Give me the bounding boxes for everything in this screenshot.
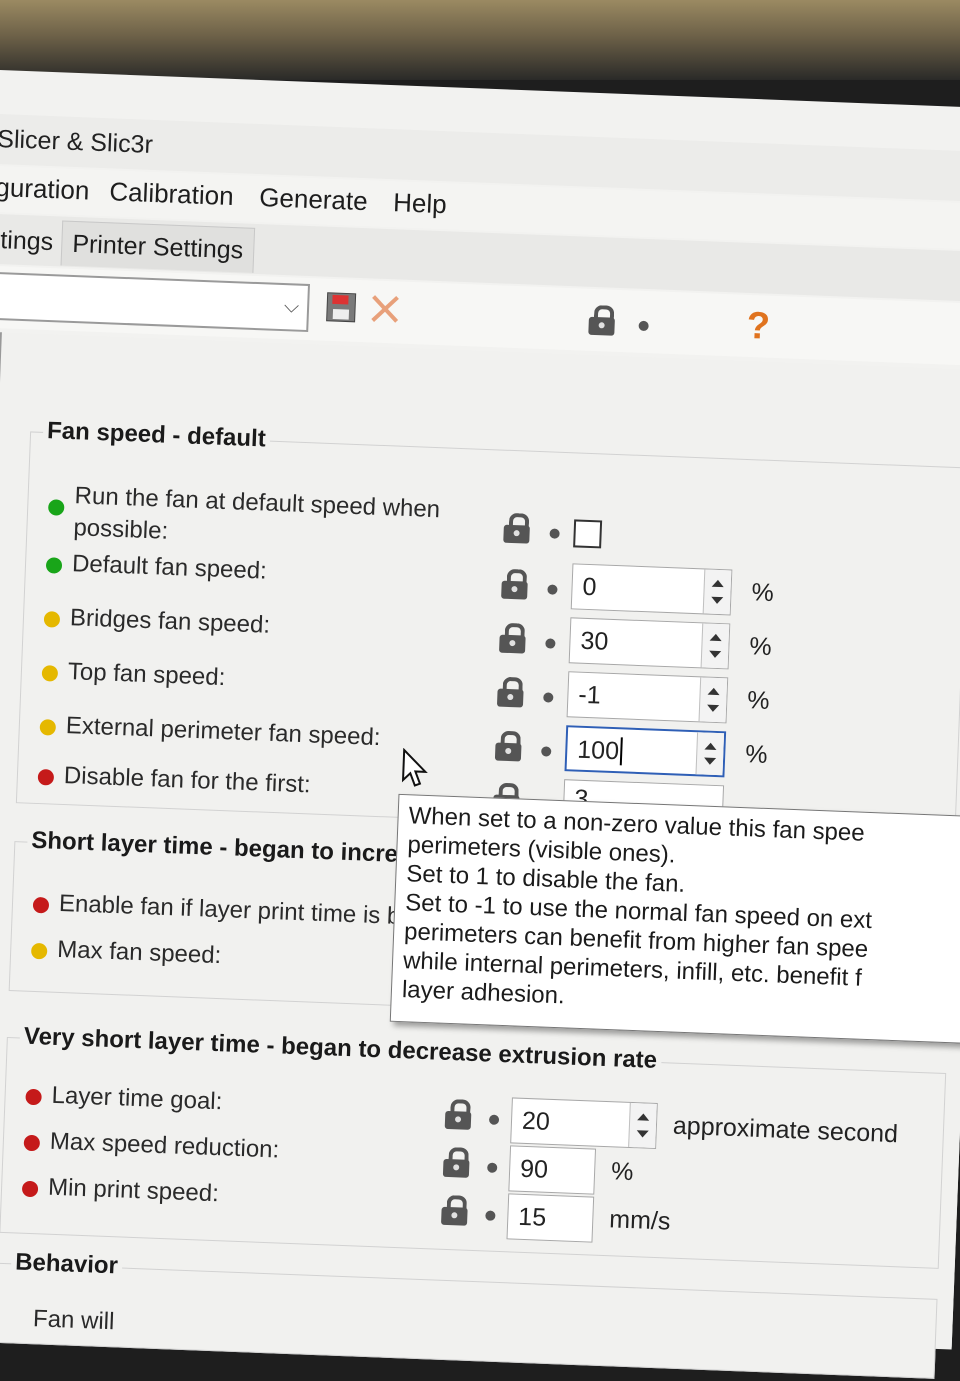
group-title: Very short layer time - began to decreas… xyxy=(19,1022,662,1076)
text-caret xyxy=(619,737,623,766)
chevron-down-icon[interactable]: ⌵ xyxy=(284,295,300,319)
tab-printer-settings[interactable]: Printer Settings xyxy=(60,220,256,273)
mouse-cursor-icon xyxy=(401,747,428,787)
menu-generate[interactable]: Generate xyxy=(259,182,368,217)
status-dot xyxy=(32,896,50,914)
dot-icon xyxy=(638,320,649,332)
lock-icon[interactable] xyxy=(496,676,524,708)
input-value: 30 xyxy=(579,626,609,656)
settings-panel: Fan speed - default Run the fan at defau… xyxy=(0,331,960,1379)
window-title: Slicer & Slic3r xyxy=(0,124,154,159)
lock-icon[interactable] xyxy=(494,730,522,762)
unit-label: % xyxy=(750,578,775,608)
lock-icon[interactable] xyxy=(499,622,526,654)
dot-icon xyxy=(543,692,554,703)
fan-speed-default-group: Fan speed - default Run the fan at defau… xyxy=(15,416,960,840)
status-dot xyxy=(23,1134,41,1152)
behavior-group: Behavior Fan will xyxy=(0,1248,938,1379)
row-label: Max fan speed: xyxy=(56,935,222,970)
status-dot xyxy=(39,719,57,736)
row-label: Layer time goal: xyxy=(51,1081,223,1116)
dot-icon xyxy=(541,746,552,757)
dot-icon xyxy=(547,584,558,595)
row-label: Max speed reduction: xyxy=(49,1127,280,1164)
group-title: Behavior xyxy=(10,1248,123,1281)
lock-icon[interactable] xyxy=(442,1147,470,1178)
spin-arrows[interactable] xyxy=(700,623,730,669)
row-label: Top fan speed: xyxy=(67,658,226,692)
spin-arrows[interactable] xyxy=(695,732,725,776)
preset-combo[interactable]: ⌵ xyxy=(0,271,311,333)
tab-settings[interactable]: ttings xyxy=(0,218,64,265)
menu-calibration[interactable]: Calibration xyxy=(109,176,234,212)
status-dot xyxy=(47,499,65,516)
row-label: Bridges fan speed: xyxy=(69,604,271,639)
tooltip: When set to a non-zero value this fan sp… xyxy=(389,793,960,1046)
input-value: 100 xyxy=(576,735,620,766)
lock-icon[interactable] xyxy=(501,568,528,600)
help-icon[interactable]: ? xyxy=(746,305,771,349)
spin-arrows[interactable] xyxy=(628,1102,657,1148)
unit-label: % xyxy=(744,740,769,769)
lock-icon[interactable] xyxy=(444,1099,472,1130)
unit-label: % xyxy=(748,632,773,662)
input-value: 90 xyxy=(519,1154,549,1184)
lock-icon[interactable] xyxy=(588,304,615,336)
save-icon[interactable] xyxy=(325,291,358,324)
dot-icon xyxy=(488,1114,500,1125)
menu-help[interactable]: Help xyxy=(393,187,448,220)
min-print-speed-input[interactable]: 15 xyxy=(506,1193,595,1243)
external-perimeter-fan-speed-input[interactable]: 100 xyxy=(564,725,727,778)
layer-time-goal-input[interactable]: 20 xyxy=(510,1097,658,1149)
default-fan-speed-input[interactable]: 0 xyxy=(570,563,733,616)
row-label-cont: possible: xyxy=(72,514,169,545)
row-label: External perimeter fan speed: xyxy=(65,712,382,752)
lock-icon[interactable] xyxy=(503,512,530,544)
unit-label: approximate second xyxy=(672,1111,899,1149)
status-dot xyxy=(45,557,63,574)
status-dot xyxy=(30,942,48,960)
spin-arrows[interactable] xyxy=(698,677,728,723)
row-label: Min print speed: xyxy=(47,1173,220,1208)
unit-label: % xyxy=(746,686,771,715)
top-fan-speed-input[interactable]: -1 xyxy=(566,671,729,724)
dot-icon xyxy=(487,1162,498,1173)
group-title: Fan speed - default xyxy=(42,416,271,454)
unit-label: mm/s xyxy=(608,1205,671,1236)
status-dot xyxy=(21,1180,39,1198)
input-value: -1 xyxy=(577,680,602,710)
very-short-layer-time-group: Very short layer time - began to decreas… xyxy=(0,1022,947,1269)
dot-icon xyxy=(545,638,556,649)
input-value: 0 xyxy=(582,572,598,602)
dot-icon xyxy=(485,1210,496,1221)
delete-icon[interactable] xyxy=(369,292,402,325)
spin-arrows[interactable] xyxy=(702,569,732,615)
status-dot xyxy=(41,665,59,682)
dot-icon xyxy=(549,528,560,539)
monitor-bezel xyxy=(0,0,960,80)
unit-label: % xyxy=(610,1157,634,1187)
status-dot xyxy=(37,768,55,786)
max-speed-reduction-input[interactable]: 90 xyxy=(508,1145,597,1195)
menu-configuration[interactable]: guration xyxy=(0,172,90,207)
row-label: Fan will xyxy=(32,1305,115,1336)
input-value: 15 xyxy=(517,1202,547,1232)
row-label: Disable fan for the first: xyxy=(63,761,312,799)
default-speed-checkbox[interactable] xyxy=(573,519,603,549)
status-dot xyxy=(43,611,61,628)
input-value: 20 xyxy=(521,1106,551,1136)
lock-icon[interactable] xyxy=(440,1194,468,1226)
bridges-fan-speed-input[interactable]: 30 xyxy=(568,617,731,670)
row-label: Enable fan if layer print time is b xyxy=(58,889,401,930)
status-dot xyxy=(25,1088,42,1106)
group-title: Short layer time - began to incre xyxy=(26,826,403,869)
slicer-window: Slicer & Slic3r guration Calibration Gen… xyxy=(0,70,960,1379)
row-label: Default fan speed: xyxy=(71,550,268,585)
